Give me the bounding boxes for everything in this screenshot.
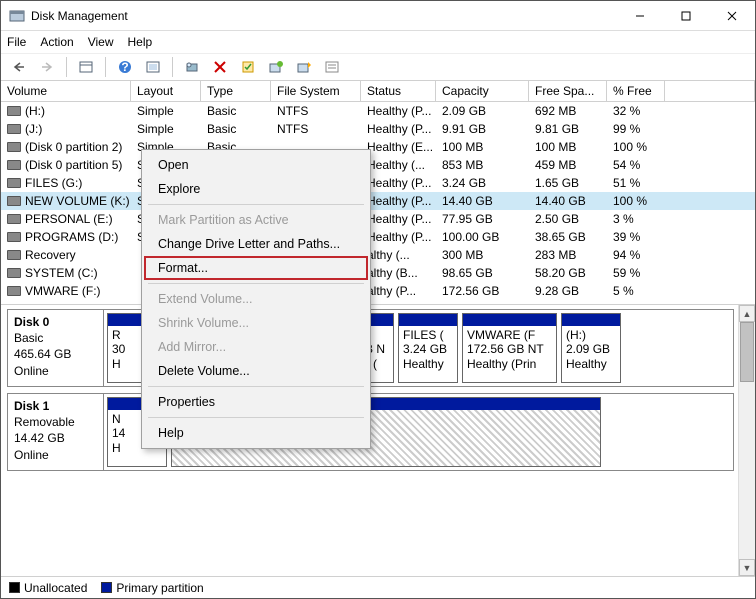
col-capacity[interactable]: Capacity <box>436 81 529 101</box>
menu-item-change-drive-letter-and-paths[interactable]: Change Drive Letter and Paths... <box>144 232 368 256</box>
volume-row[interactable]: SYSTEM (C:)althy (B...98.65 GB58.20 GB59… <box>1 264 755 282</box>
volume-icon <box>7 286 21 296</box>
action1-button[interactable] <box>264 56 288 78</box>
volume-row[interactable]: VMWARE (F:)althy (P...172.56 GB9.28 GB5 … <box>1 282 755 300</box>
menu-help[interactable]: Help <box>128 35 153 49</box>
volume-list-body[interactable]: (H:)SimpleBasicNTFSHealthy (P...2.09 GB6… <box>1 102 755 300</box>
col-filesystem[interactable]: File System <box>271 81 361 101</box>
col-volume[interactable]: Volume <box>1 81 131 101</box>
volume-icon <box>7 232 21 242</box>
disk-panes-wrap: Disk 0Basic465.64 GBOnlineR30HPERSONAL77… <box>1 304 755 576</box>
volume-icon <box>7 196 21 206</box>
close-button[interactable] <box>709 1 755 31</box>
partition[interactable]: (H:)2.09 GBHealthy <box>561 313 621 383</box>
forward-button[interactable] <box>35 56 59 78</box>
col-type[interactable]: Type <box>201 81 271 101</box>
disk-info[interactable]: Disk 0Basic465.64 GBOnline <box>8 310 104 386</box>
volume-icon <box>7 250 21 260</box>
volume-icon <box>7 124 21 134</box>
volume-row[interactable]: (J:)SimpleBasicNTFSHealthy (P...9.91 GB9… <box>1 120 755 138</box>
delete-button[interactable] <box>208 56 232 78</box>
back-button[interactable] <box>7 56 31 78</box>
app-icon <box>9 8 25 24</box>
scroll-down-button[interactable]: ▼ <box>739 559 755 576</box>
menu-item-open[interactable]: Open <box>144 153 368 177</box>
menu-view[interactable]: View <box>88 35 114 49</box>
volume-row[interactable]: (Disk 0 partition 5)SimpleBasicNTFSHealt… <box>1 156 755 174</box>
titlebar: Disk Management <box>1 1 755 31</box>
properties-button[interactable] <box>320 56 344 78</box>
legend: Unallocated Primary partition <box>1 576 755 598</box>
settings-button[interactable] <box>141 56 165 78</box>
col-freespace[interactable]: Free Spa... <box>529 81 607 101</box>
partition[interactable]: FILES (3.24 GBHealthy <box>398 313 458 383</box>
volume-row[interactable]: FILES (G:)SimpleBasicFAT32Healthy (P...3… <box>1 174 755 192</box>
volume-icon <box>7 214 21 224</box>
col-pctfree[interactable]: % Free <box>607 81 665 101</box>
refresh-button[interactable] <box>180 56 204 78</box>
disk-management-window: Disk Management File Action View Help ? … <box>0 0 756 599</box>
menu-action[interactable]: Action <box>40 35 73 49</box>
menu-item-delete-volume[interactable]: Delete Volume... <box>144 359 368 383</box>
volume-row[interactable]: (H:)SimpleBasicNTFSHealthy (P...2.09 GB6… <box>1 102 755 120</box>
volume-icon <box>7 178 21 188</box>
menu-item-help[interactable]: Help <box>144 421 368 445</box>
menu-item-format[interactable]: Format... <box>144 256 368 280</box>
vertical-scrollbar[interactable]: ▲ ▼ <box>738 305 755 576</box>
menu-item-properties[interactable]: Properties <box>144 390 368 414</box>
volume-list: Volume Layout Type File System Status Ca… <box>1 81 755 300</box>
svg-text:?: ? <box>121 60 128 74</box>
minimize-button[interactable] <box>617 1 663 31</box>
scroll-thumb[interactable] <box>740 322 754 382</box>
volume-row[interactable]: (Disk 0 partition 2)SimpleBasicHealthy (… <box>1 138 755 156</box>
volume-icon <box>7 268 21 278</box>
legend-unallocated: Unallocated <box>9 581 87 595</box>
window-title: Disk Management <box>31 9 617 23</box>
partition[interactable]: VMWARE (F172.56 GB NTHealthy (Prin <box>462 313 557 383</box>
volume-icon <box>7 142 21 152</box>
menu-item-add-mirror: Add Mirror... <box>144 335 368 359</box>
view-button[interactable] <box>74 56 98 78</box>
volume-row[interactable]: Recoveryalthy (...300 MB283 MB94 % <box>1 246 755 264</box>
action2-button[interactable] <box>292 56 316 78</box>
volume-list-header: Volume Layout Type File System Status Ca… <box>1 81 755 102</box>
check-button[interactable] <box>236 56 260 78</box>
menu-item-shrink-volume: Shrink Volume... <box>144 311 368 335</box>
scroll-up-button[interactable]: ▲ <box>739 305 755 322</box>
menu-item-explore[interactable]: Explore <box>144 177 368 201</box>
menubar: File Action View Help <box>1 31 755 53</box>
volume-icon <box>7 160 21 170</box>
volume-icon <box>7 106 21 116</box>
col-layout[interactable]: Layout <box>131 81 201 101</box>
disk-info[interactable]: Disk 1Removable14.42 GBOnline <box>8 394 104 470</box>
toolbar: ? <box>1 53 755 81</box>
menu-file[interactable]: File <box>7 35 26 49</box>
maximize-button[interactable] <box>663 1 709 31</box>
col-spacer <box>665 81 755 101</box>
context-menu[interactable]: OpenExplore Mark Partition as ActiveChang… <box>141 149 371 449</box>
menu-item-extend-volume: Extend Volume... <box>144 287 368 311</box>
legend-primary: Primary partition <box>101 581 203 595</box>
volume-row[interactable]: PERSONAL (E:)SimpleBasicNTFSHealthy (P..… <box>1 210 755 228</box>
col-status[interactable]: Status <box>361 81 436 101</box>
volume-row[interactable]: NEW VOLUME (K:)SimpleBasicFAT32Healthy (… <box>1 192 755 210</box>
volume-row[interactable]: PROGRAMS (D:)SimpleBasicNTFSHealthy (P..… <box>1 228 755 246</box>
menu-item-mark-partition-as-active: Mark Partition as Active <box>144 208 368 232</box>
help-button[interactable]: ? <box>113 56 137 78</box>
scroll-track[interactable] <box>739 322 755 559</box>
